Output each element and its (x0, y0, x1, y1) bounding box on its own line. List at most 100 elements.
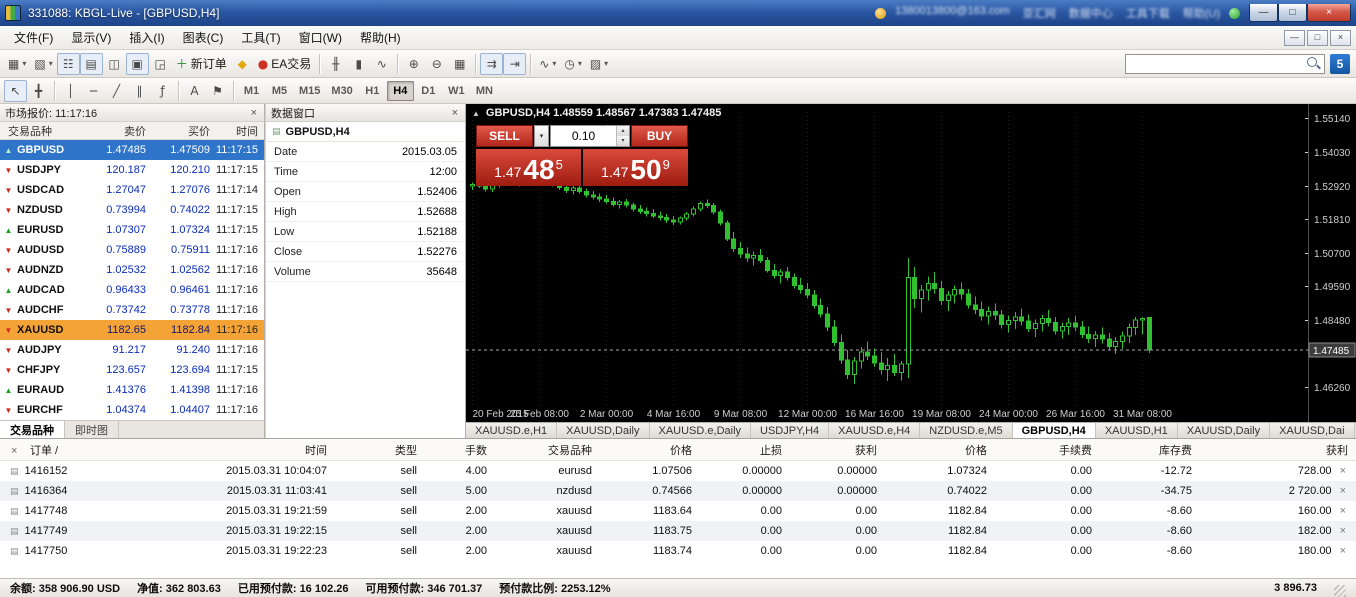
vertical-line-tool[interactable]: │ (59, 80, 82, 102)
market-watch-row-eurusd[interactable]: ▲EURUSD1.073071.0732411:17:15 (0, 220, 264, 240)
fibonacci-tool[interactable]: ƒ (151, 80, 174, 102)
chart-tab-2[interactable]: XAUUSD.e,Daily (650, 423, 752, 438)
chart-tab-9[interactable]: XAUUSD,Dai (1270, 423, 1354, 438)
horizontal-line-tool[interactable]: ─ (82, 80, 105, 102)
periods-menu-button[interactable]: ◷▾ (560, 53, 586, 75)
menu-window[interactable]: 窗口(W) (290, 25, 351, 50)
terminal-row-1417750[interactable]: ▤14177502015.03.31 19:22:23sell2.00xauus… (0, 541, 1356, 561)
close-position-icon[interactable]: × (1340, 465, 1346, 477)
market-watch-tab-0[interactable]: 交易品种 (0, 421, 65, 438)
close-position-icon[interactable]: × (1340, 505, 1346, 517)
terminal-column-0[interactable]: 订单 / (0, 442, 120, 458)
market-watch-row-audjpy[interactable]: ▼AUDJPY91.21791.24011:17:16 (0, 340, 264, 360)
chart-minimize-button[interactable]: — (1284, 30, 1305, 46)
terminal-column-6[interactable]: 止损 (700, 442, 790, 458)
period-w1[interactable]: W1 (443, 81, 470, 101)
tile-windows-button[interactable]: ▦ (448, 53, 471, 75)
period-m15[interactable]: M15 (294, 81, 325, 101)
menu-file[interactable]: 文件(F) (5, 25, 62, 50)
indicators-button[interactable]: ∿▾ (535, 53, 560, 75)
crosshair-tool[interactable]: ╋ (27, 80, 50, 102)
lot-decrease-button[interactable]: ▾ (617, 136, 629, 146)
market-watch-row-audusd[interactable]: ▼AUDUSD0.758890.7591111:17:16 (0, 240, 264, 260)
new-order-button[interactable]: ＋新订单 (172, 53, 231, 75)
search-input[interactable] (1126, 55, 1306, 73)
market-watch-column-2[interactable]: 买价 (152, 123, 216, 139)
sell-button[interactable]: SELL (476, 125, 533, 147)
new-chart-button[interactable]: ▦▾ (4, 53, 30, 75)
metaeditor-button[interactable]: ◆ (231, 53, 254, 75)
terminal-column-10[interactable]: 库存费 (1100, 442, 1200, 458)
period-h4[interactable]: H4 (387, 81, 414, 101)
chart-tab-1[interactable]: XAUUSD,Daily (557, 423, 649, 438)
chart-tab-4[interactable]: XAUUSD.e,H4 (829, 423, 920, 438)
market-watch-column-1[interactable]: 卖价 (88, 123, 152, 139)
menu-insert[interactable]: 插入(I) (120, 25, 173, 50)
buy-price-display[interactable]: 1.47509 (583, 149, 688, 186)
market-watch-row-eurchf[interactable]: ▼EURCHF1.043741.0440711:17:16 (0, 400, 264, 420)
chart-close-button[interactable]: × (1330, 30, 1351, 46)
terminal-column-4[interactable]: 交易品种 (495, 442, 600, 458)
terminal-close-icon[interactable]: × (11, 445, 17, 457)
search-icon[interactable] (1306, 56, 1321, 71)
chart-tab-7[interactable]: XAUUSD,H1 (1096, 423, 1178, 438)
period-m30[interactable]: M30 (326, 81, 357, 101)
chart-shift-button[interactable]: ⇥ (503, 53, 526, 75)
restore-button[interactable]: □ (1278, 4, 1307, 22)
chart-line-button[interactable]: ∿ (370, 53, 393, 75)
market-watch-row-gbpusd[interactable]: ▲GBPUSD1.474851.4750911:17:15 (0, 140, 264, 160)
terminal-column-5[interactable]: 价格 (600, 442, 700, 458)
terminal-column-1[interactable]: 时间 (120, 442, 335, 458)
close-button[interactable]: × (1307, 4, 1351, 22)
period-m5[interactable]: M5 (266, 81, 293, 101)
market-watch-close-icon[interactable]: × (249, 107, 259, 119)
market-watch-row-nzdusd[interactable]: ▼NZDUSD0.739940.7402211:17:15 (0, 200, 264, 220)
navigator-toggle[interactable]: ◫ (103, 53, 126, 75)
strategy-tester-toggle[interactable]: ◲ (149, 53, 172, 75)
terminal-row-1417749[interactable]: ▤14177492015.03.31 19:22:15sell2.00xauus… (0, 521, 1356, 541)
channel-tool[interactable]: ∥ (128, 80, 151, 102)
period-mn[interactable]: MN (471, 81, 498, 101)
market-watch-row-chfjpy[interactable]: ▼CHFJPY123.657123.69411:17:15 (0, 360, 264, 380)
terminal-column-2[interactable]: 类型 (335, 442, 425, 458)
chart-bars-button[interactable]: ╫ (324, 53, 347, 75)
terminal-column-11[interactable]: 获利 (1200, 442, 1356, 458)
chart-candles-button[interactable]: ▮ (347, 53, 370, 75)
market-watch-row-audchf[interactable]: ▼AUDCHF0.737420.7377811:17:16 (0, 300, 264, 320)
minimize-button[interactable]: — (1249, 4, 1278, 22)
close-position-icon[interactable]: × (1340, 525, 1346, 537)
trendline-tool[interactable]: ╱ (105, 80, 128, 102)
lot-dropdown-button[interactable]: ▾ (534, 125, 549, 147)
chart-tab-5[interactable]: NZDUSD.e,M5 (920, 423, 1012, 438)
lot-increase-button[interactable]: ▴ (617, 126, 629, 136)
market-watch-row-audcad[interactable]: ▲AUDCAD0.964330.9646111:17:16 (0, 280, 264, 300)
zoom-in-button[interactable]: ⊕ (402, 53, 425, 75)
terminal-toggle[interactable]: ▣ (126, 53, 149, 75)
chart-tab-3[interactable]: USDJPY,H4 (751, 423, 829, 438)
period-h1[interactable]: H1 (359, 81, 386, 101)
auto-scroll-button[interactable]: ⇉ (480, 53, 503, 75)
text-tool[interactable]: A (183, 80, 206, 102)
lot-size-input[interactable] (551, 126, 616, 146)
menu-view[interactable]: 显示(V) (62, 25, 120, 50)
close-position-icon[interactable]: × (1340, 485, 1346, 497)
market-watch-row-audnzd[interactable]: ▼AUDNZD1.025321.0256211:17:16 (0, 260, 264, 280)
terminal-row-1417748[interactable]: ▤14177482015.03.31 19:21:59sell2.00xauus… (0, 501, 1356, 521)
terminal-column-9[interactable]: 手续费 (995, 442, 1100, 458)
search-box[interactable] (1125, 54, 1325, 74)
terminal-row-1416364[interactable]: ▤14163642015.03.31 11:03:41sell5.00nzdus… (0, 481, 1356, 501)
lot-size-field[interactable]: ▴ ▾ (550, 125, 630, 147)
market-watch-column-0[interactable]: 交易品种 (0, 123, 88, 139)
menu-charts[interactable]: 图表(C) (174, 25, 233, 50)
market-watch-row-usdjpy[interactable]: ▼USDJPY120.187120.21011:17:15 (0, 160, 264, 180)
chart-restore-button[interactable]: □ (1307, 30, 1328, 46)
market-watch-toggle[interactable]: ☷ (57, 53, 80, 75)
chart-tab-6[interactable]: GBPUSD,H4 (1013, 423, 1096, 438)
market-watch-row-xauusd[interactable]: ▼XAUUSD1182.651182.8411:17:16 (0, 320, 264, 340)
terminal-row-1416152[interactable]: ▤14161522015.03.31 10:04:07sell4.00eurus… (0, 461, 1356, 481)
menu-help[interactable]: 帮助(H) (351, 25, 410, 50)
zoom-out-button[interactable]: ⊖ (425, 53, 448, 75)
templates-button[interactable]: ▨▾ (586, 53, 612, 75)
market-watch-tab-1[interactable]: 即时图 (65, 421, 119, 438)
arrows-tool[interactable]: ⚑ (206, 80, 229, 102)
